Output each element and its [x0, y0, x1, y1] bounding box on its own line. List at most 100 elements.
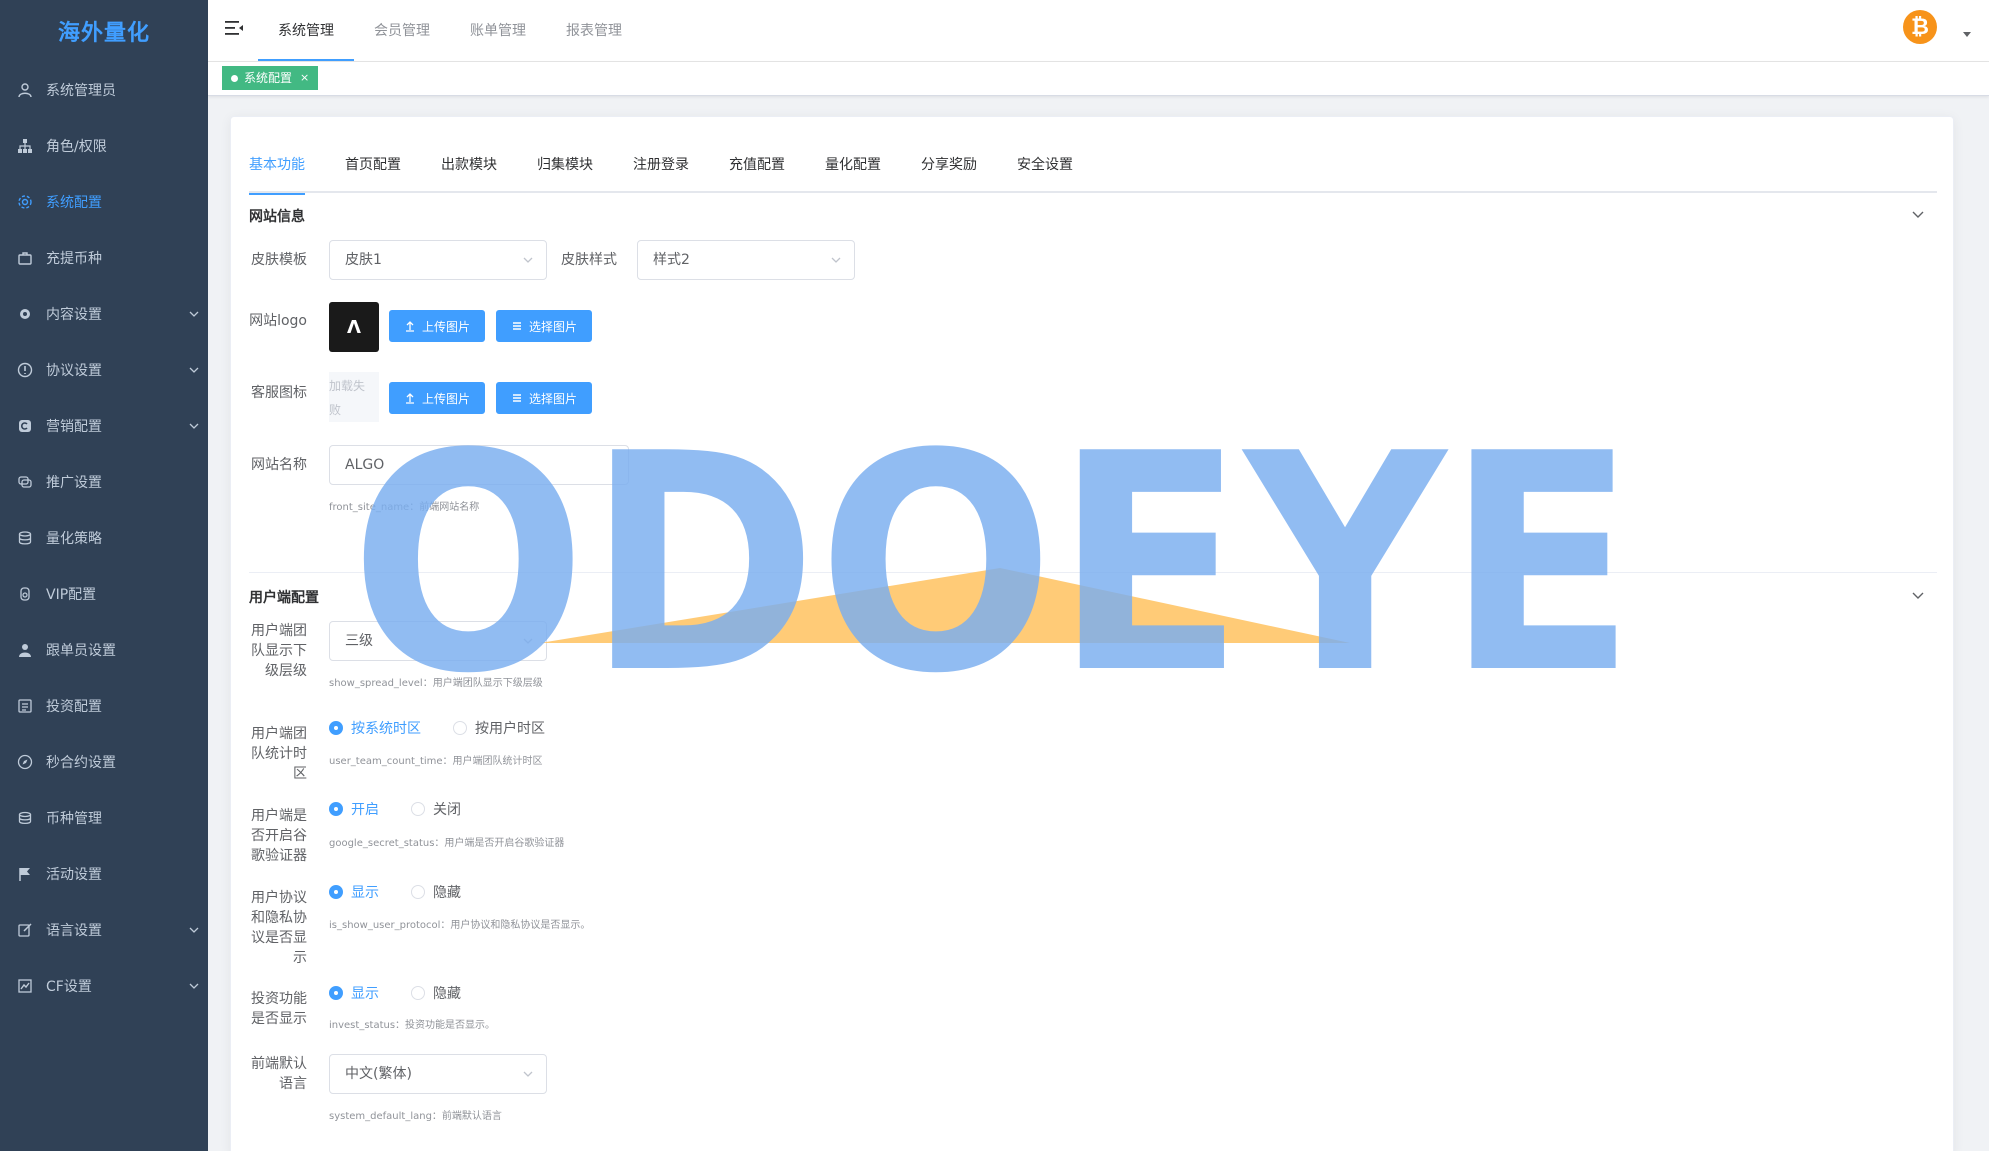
compass-icon [16, 753, 34, 771]
radio-label: 显示 [351, 986, 379, 1002]
sidebar-item-label: 充提币种 [46, 251, 102, 267]
user-icon [16, 81, 34, 99]
sidebar-item[interactable]: 协议设置 [0, 342, 208, 398]
chevron-down-icon [523, 1071, 533, 1077]
sidebar-item-label: 系统管理员 [46, 83, 116, 99]
chevron-down-icon [831, 257, 841, 263]
tab-home[interactable]: 首页配置 [325, 137, 421, 193]
flag-icon [16, 865, 34, 883]
tab-withdraw[interactable]: 出款模块 [421, 137, 517, 193]
sidebar-item-label: 角色/权限 [46, 139, 107, 155]
google-auth-label: 用户端是 否开启谷 歌验证器 [231, 806, 307, 866]
sidebar-item[interactable]: 推广设置 [0, 454, 208, 510]
radio-google-on[interactable]: 开启 [329, 799, 379, 819]
tag-label: 系统配置 [244, 71, 293, 85]
tab-collect[interactable]: 归集模块 [517, 137, 613, 193]
default-lang-value: 中文(繁体) [345, 1066, 412, 1082]
info-icon [16, 361, 34, 379]
chevron-down-icon [189, 927, 199, 933]
skin-template-label: 皮肤模板 [251, 252, 307, 268]
choose-logo-button[interactable]: 选择图片 [496, 310, 593, 342]
tag-dot-icon [231, 74, 238, 82]
radio-label: 按用户时区 [475, 721, 545, 737]
spread-level-select[interactable]: 三级 [329, 621, 547, 661]
hamburger-icon[interactable] [224, 18, 244, 38]
tab-bills[interactable]: 账单管理 [450, 0, 546, 61]
label-line: 是否显示 [251, 1011, 307, 1027]
sidebar-item[interactable]: 活动设置 [0, 846, 208, 902]
tag-system-config[interactable]: 系统配置 × [222, 66, 319, 90]
avatar[interactable]: ₿ [1903, 10, 1937, 44]
tab-share[interactable]: 分享奖励 [901, 137, 997, 193]
section-client-config: 用户端配置 [249, 590, 319, 606]
skin-template-select[interactable]: 皮肤1 [329, 240, 547, 280]
section-divider [249, 572, 1937, 573]
sidebar-item[interactable]: 角色/权限 [0, 118, 208, 174]
sidebar-item[interactable]: 跟单员设置 [0, 622, 208, 678]
invest-icon [16, 697, 34, 715]
sidebar-item[interactable]: 秒合约设置 [0, 734, 208, 790]
tab-system[interactable]: 系统管理 [258, 0, 354, 61]
upload-logo-button[interactable]: 上传图片 [389, 310, 486, 342]
site-name-input[interactable]: ALGO [329, 445, 629, 485]
sidebar-item-label: 语言设置 [46, 923, 102, 939]
chevron-down-icon [189, 311, 199, 317]
radio-google-off[interactable]: 关闭 [411, 799, 461, 819]
chevron-down-icon[interactable] [1911, 588, 1925, 602]
upload-service-icon-button[interactable]: 上传图片 [389, 382, 486, 414]
upload-icon [406, 321, 414, 332]
radio-invest-hide[interactable]: 隐藏 [411, 983, 461, 1003]
radio-system-timezone[interactable]: 按系统时区 [329, 718, 421, 738]
count-time-label: 用户端团 队统计时 区 [231, 724, 307, 784]
spread-level-hint: show_spread_level：用户端团队显示下级层级 [329, 678, 543, 689]
radio-protocol-hide[interactable]: 隐藏 [411, 882, 461, 902]
skin-template-value: 皮肤1 [345, 252, 382, 268]
close-icon[interactable]: × [300, 66, 309, 90]
image-fail-text: 加载失 [329, 379, 366, 393]
sidebar-item-label: VIP配置 [46, 587, 97, 603]
sidebar-item-label: 量化策略 [46, 531, 102, 547]
invest-hint: invest_status：投资功能是否显示。 [329, 1020, 496, 1031]
sidebar: 海外量化 系统管理员 角色/权限 系统配置 充提币种 内容设置 协议设置 营销配置 推广设置量… [0, 0, 208, 1151]
protocol-hint: is_show_user_protocol：用户协议和隐私协议是否显示。 [329, 920, 591, 931]
sitemap-icon [16, 137, 34, 155]
radio-user-timezone[interactable]: 按用户时区 [453, 718, 545, 738]
label-line: 用户端是 [251, 808, 307, 824]
chevron-down-icon [523, 638, 533, 644]
sidebar-item[interactable]: 充提币种 [0, 230, 208, 286]
section-website-info: 网站信息 [249, 209, 305, 225]
tab-reports[interactable]: 报表管理 [546, 0, 642, 61]
choose-service-icon-button[interactable]: 选择图片 [496, 382, 593, 414]
tab-members[interactable]: 会员管理 [354, 0, 450, 61]
radio-unchecked-icon [411, 986, 425, 1000]
radio-checked-icon [329, 986, 343, 1000]
tab-basic[interactable]: 基本功能 [249, 137, 325, 195]
tab-security[interactable]: 安全设置 [997, 137, 1093, 193]
sidebar-item[interactable]: 量化策略 [0, 510, 208, 566]
default-lang-select[interactable]: 中文(繁体) [329, 1054, 547, 1094]
sidebar-item[interactable]: 内容设置 [0, 286, 208, 342]
sidebar-item-label: 投资配置 [46, 699, 102, 715]
sidebar-item[interactable]: 投资配置 [0, 678, 208, 734]
caret-down-icon[interactable] [1963, 32, 1971, 37]
sidebar-item[interactable]: 营销配置 [0, 398, 208, 454]
sidebar-item[interactable]: 语言设置 [0, 902, 208, 958]
radio-protocol-show[interactable]: 显示 [329, 882, 379, 902]
database-icon [16, 529, 34, 547]
skin-style-select[interactable]: 样式2 [637, 240, 855, 280]
medal-icon [16, 585, 34, 603]
label-line: 投资功能 [251, 991, 307, 1007]
sidebar-item[interactable]: VIP配置 [0, 566, 208, 622]
list-icon [513, 322, 521, 330]
tab-register[interactable]: 注册登录 [613, 137, 709, 193]
sidebar-item[interactable]: 系统管理员 [0, 62, 208, 118]
sidebar-item[interactable]: 系统配置 [0, 174, 208, 230]
sidebar-item[interactable]: CF设置 [0, 958, 208, 1014]
tab-quant[interactable]: 量化配置 [805, 137, 901, 193]
chevron-down-icon[interactable] [1911, 207, 1925, 221]
tab-recharge[interactable]: 充值配置 [709, 137, 805, 193]
skin-style-label: 皮肤样式 [561, 252, 617, 268]
top-tabs: 系统管理 会员管理 账单管理 报表管理 [258, 0, 642, 61]
radio-invest-show[interactable]: 显示 [329, 983, 379, 1003]
sidebar-item[interactable]: 币种管理 [0, 790, 208, 846]
